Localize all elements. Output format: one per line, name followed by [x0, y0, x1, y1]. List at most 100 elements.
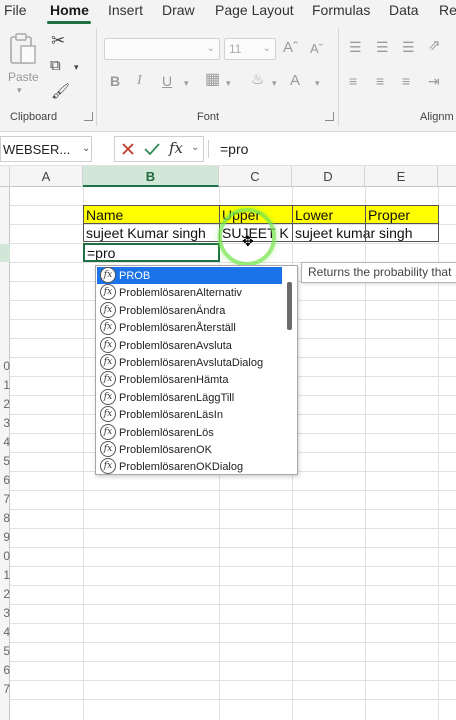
row-number[interactable]: 2 — [0, 587, 10, 601]
cell-b3[interactable]: sujeet Kumar singh — [83, 223, 220, 242]
chevron-down-icon[interactable]: ⌄ — [191, 142, 199, 153]
autocomplete-item[interactable]: fx ProblemlösarenLäsIn — [97, 406, 282, 423]
autocomplete-item[interactable]: fx ProblemlösarenAvslutaDialog — [97, 354, 282, 371]
row-number[interactable]: 5 — [0, 454, 10, 468]
paste-icon — [10, 33, 36, 64]
align-right-icon[interactable]: ≡ — [402, 74, 410, 88]
row-number[interactable]: 4 — [0, 625, 10, 639]
row-number[interactable]: 6 — [0, 663, 10, 677]
dialog-launcher-icon[interactable] — [325, 112, 334, 121]
align-left-icon[interactable]: ≡ — [349, 74, 357, 88]
cell-e3[interactable] — [365, 223, 439, 242]
row-number[interactable]: 0 — [0, 359, 10, 373]
column-header-f[interactable] — [438, 166, 456, 187]
row-number[interactable]: 7 — [0, 682, 10, 696]
font-color-icon[interactable]: A — [290, 73, 300, 88]
fill-color-icon[interactable]: ♨ — [251, 72, 264, 87]
row-header-selected[interactable] — [0, 244, 10, 262]
row-number[interactable]: 8 — [0, 511, 10, 525]
cancel-icon[interactable] — [121, 142, 135, 156]
row-number[interactable]: 6 — [0, 473, 10, 487]
name-box[interactable]: WEBSER... — [0, 136, 92, 162]
cut-icon[interactable]: ✂ — [51, 32, 65, 49]
bold-button[interactable]: B — [110, 74, 120, 88]
decrease-font-icon[interactable]: Aˇ — [310, 42, 323, 55]
cell-b2[interactable]: Name — [83, 205, 220, 224]
row-number[interactable]: 3 — [0, 606, 10, 620]
tab-insert[interactable]: Insert — [108, 2, 143, 18]
increase-font-icon[interactable]: Aˆ — [283, 40, 298, 55]
row-number[interactable]: 1 — [0, 568, 10, 582]
orientation-icon[interactable]: ⇗ — [428, 38, 441, 53]
align-top-icon[interactable]: ☰ — [349, 40, 362, 54]
autocomplete-item[interactable]: fx ProblemlösarenÅterställ — [97, 319, 282, 336]
tab-file[interactable]: File — [4, 2, 27, 18]
autocomplete-item[interactable]: fx ProblemlösarenHämta — [97, 371, 282, 388]
chevron-down-icon: ▾ — [17, 85, 22, 95]
align-bottom-icon[interactable]: ☰ — [402, 40, 415, 54]
italic-button[interactable]: I — [137, 74, 142, 88]
column-header-e[interactable]: E — [365, 166, 438, 187]
autocomplete-item[interactable]: fx ProblemlösarenAlternativ — [97, 284, 282, 301]
ribbon-divider — [96, 28, 97, 126]
active-cell-b4[interactable]: =pro — [83, 243, 220, 262]
cell-c2[interactable]: Upper — [219, 205, 293, 224]
borders-icon[interactable]: ▦ — [205, 72, 220, 88]
chevron-down-icon[interactable]: ⌄ — [82, 143, 90, 154]
underline-button[interactable]: U — [162, 74, 172, 88]
enter-icon[interactable] — [144, 142, 160, 156]
row-number[interactable]: 7 — [0, 492, 10, 506]
function-icon: fx — [100, 319, 116, 336]
tab-review[interactable]: Re — [439, 2, 456, 18]
autocomplete-item[interactable]: fx ProblemlösarenÄndra — [97, 301, 282, 319]
ribbon-divider — [338, 28, 339, 126]
tab-draw[interactable]: Draw — [162, 2, 195, 18]
autocomplete-item[interactable]: fx PROB — [97, 267, 282, 285]
autocomplete-item[interactable]: fx ProblemlösarenLäggTill — [97, 388, 282, 406]
row-number[interactable]: 1 — [0, 378, 10, 392]
format-painter-icon[interactable]: 🖌 — [51, 84, 70, 99]
indent-icon[interactable]: ⇥ — [428, 74, 440, 88]
row-number[interactable]: 3 — [0, 416, 10, 430]
autocomplete-scrollbar-thumb[interactable] — [287, 282, 292, 330]
copy-icon[interactable]: ⧉ — [50, 58, 61, 73]
tab-home[interactable]: Home — [50, 2, 89, 18]
tab-data[interactable]: Data — [389, 2, 419, 18]
align-middle-icon[interactable]: ☰ — [376, 40, 389, 54]
font-name-combo[interactable]: ⌄ — [104, 38, 220, 60]
cell-d2[interactable]: Lower — [292, 205, 366, 224]
autocomplete-item-label: ProblemlösarenOK — [119, 444, 212, 456]
row-number[interactable]: 5 — [0, 644, 10, 658]
function-icon: fx — [100, 284, 116, 301]
autocomplete-item[interactable]: fx ProblemlösarenOK — [97, 441, 282, 458]
cell-c3[interactable]: SUJEET K — [219, 223, 293, 242]
function-icon: fx — [100, 423, 116, 440]
column-header-b[interactable]: B — [83, 166, 219, 187]
dialog-launcher-icon[interactable] — [84, 112, 93, 121]
paste-label: Paste — [8, 70, 39, 84]
function-autocomplete-list[interactable]: fx PROB fx ProblemlösarenAlternativ fx P… — [95, 265, 298, 475]
tab-page-layout[interactable]: Page Layout — [215, 2, 294, 18]
row-number[interactable]: 0 — [0, 549, 10, 563]
row-number[interactable]: 9 — [0, 530, 10, 544]
paste-button[interactable]: Paste ▾ — [6, 32, 40, 95]
gridline — [10, 547, 456, 548]
align-center-icon[interactable]: ≡ — [376, 74, 384, 88]
autocomplete-item[interactable]: fx ProblemlösarenOKDialog — [97, 458, 282, 474]
formula-input[interactable]: =pro — [220, 141, 248, 157]
gridline — [10, 661, 456, 662]
column-header-a[interactable]: A — [10, 166, 83, 187]
row-number[interactable]: 4 — [0, 435, 10, 449]
function-icon: fx — [100, 388, 116, 405]
function-icon[interactable]: fx — [169, 139, 183, 157]
select-all-corner[interactable] — [0, 166, 10, 187]
column-header-c[interactable]: C — [219, 166, 292, 187]
tab-formulas[interactable]: Formulas — [312, 2, 370, 18]
row-number[interactable]: 2 — [0, 397, 10, 411]
gridline — [10, 699, 456, 700]
autocomplete-item[interactable]: fx ProblemlösarenLös — [97, 423, 282, 441]
font-size-combo[interactable]: 11 ⌄ — [224, 38, 276, 60]
column-header-d[interactable]: D — [292, 166, 365, 187]
cell-e2[interactable]: Proper — [365, 205, 439, 224]
autocomplete-item[interactable]: fx ProblemlösarenAvsluta — [97, 336, 282, 354]
